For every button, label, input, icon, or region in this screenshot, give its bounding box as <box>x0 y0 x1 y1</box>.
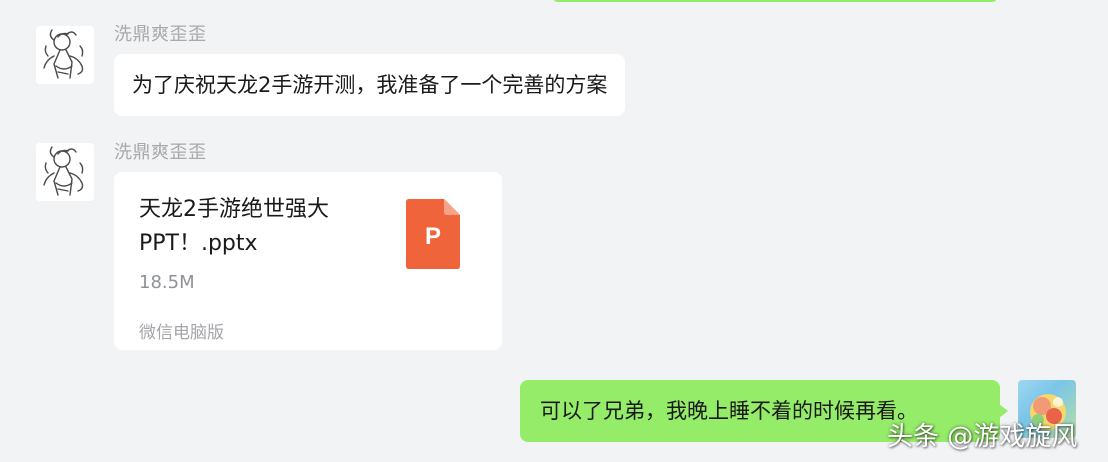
file-message-card[interactable]: 天龙2手游绝世强大PPT！.pptx P 18.5M 微信电脑版 <box>114 172 502 350</box>
file-size: 18.5M <box>139 272 195 293</box>
incoming-message-bubble[interactable]: 为了庆祝天龙2手游开测，我准备了一个完善的方案 <box>114 54 626 116</box>
previous-outgoing-bubble-edge <box>552 0 998 2</box>
contact-avatar[interactable] <box>36 26 94 84</box>
message-text: 可以了兄弟，我晚上睡不着的时候再看。 <box>540 399 918 423</box>
file-type-letter: P <box>424 223 441 250</box>
file-source-label: 微信电脑版 <box>139 323 224 343</box>
sketch-avatar-icon <box>36 143 94 201</box>
contact-avatar[interactable] <box>36 143 94 201</box>
watermark: 头条 @游戏旋风 <box>887 422 1078 452</box>
sender-name: 洗鼎爽歪歪 <box>114 24 207 45</box>
sketch-avatar-icon <box>36 26 94 84</box>
sender-name: 洗鼎爽歪歪 <box>114 142 207 163</box>
message-text: 为了庆祝天龙2手游开测，我准备了一个完善的方案 <box>132 73 608 97</box>
file-name: 天龙2手游绝世强大PPT！.pptx <box>139 197 329 256</box>
powerpoint-file-icon: P <box>406 199 460 269</box>
